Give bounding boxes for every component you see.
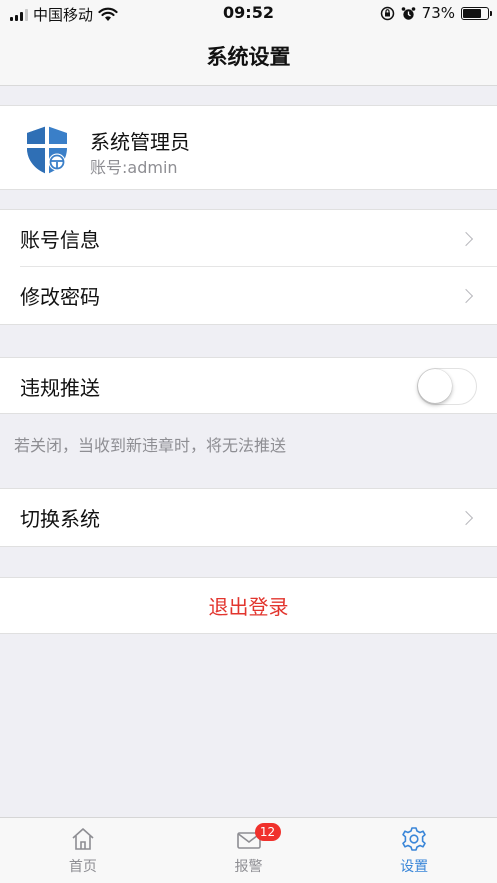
switch-system-row[interactable]: 切换系统 [0,489,497,546]
chevron-right-icon [458,510,474,525]
change-password-label: 修改密码 [20,285,100,309]
account-settings-group: 账号信息 修改密码 [0,209,497,325]
status-right: 73% [380,4,492,22]
profile-card: 系统管理员 账号:admin [0,105,497,190]
profile-name: 系统管理员 [90,130,190,154]
battery-fill [463,8,481,18]
chevron-right-icon [458,231,474,246]
orientation-lock-icon [380,6,394,20]
gear-icon [402,827,426,851]
chevron-right-icon [458,288,474,303]
battery-percent: 73% [421,4,455,22]
tab-home-label: 首页 [68,859,97,875]
tab-settings[interactable]: 设置 [331,818,497,883]
change-password-row[interactable]: 修改密码 [0,267,497,324]
violation-push-group: 违规推送 [0,357,497,414]
switch-system-label: 切换系统 [20,507,100,531]
shield-steering-wheel-icon [27,126,67,174]
logout-group: 退出登录 [0,577,497,634]
home-icon [72,828,94,850]
account-info-row[interactable]: 账号信息 [0,210,497,267]
alarm-badge: 12 [254,823,281,841]
violation-push-label: 违规推送 [20,376,100,400]
battery-icon [461,6,492,20]
logout-button[interactable]: 退出登录 [0,578,497,633]
nav-bar: 系统设置 [0,28,497,86]
page-title: 系统设置 [206,45,291,69]
alarm-icon [401,6,415,20]
switch-system-group: 切换系统 [0,488,497,547]
toggle-knob [418,369,452,403]
tab-settings-label: 设置 [400,859,429,875]
tab-home[interactable]: 首页 [0,818,166,883]
tab-alarm-label: 报警 [234,859,263,875]
account-info-label: 账号信息 [20,228,100,252]
status-bar: 中国移动 09:52 73% [0,0,497,28]
tab-alarm[interactable]: 12 报警 [166,818,332,883]
profile-account: 账号:admin [90,158,178,177]
violation-push-toggle[interactable] [417,368,477,405]
push-hint: 若关闭，当收到新违章时，将无法推送 [14,436,287,455]
tab-bar: 首页 12 报警 设置 [0,817,497,883]
